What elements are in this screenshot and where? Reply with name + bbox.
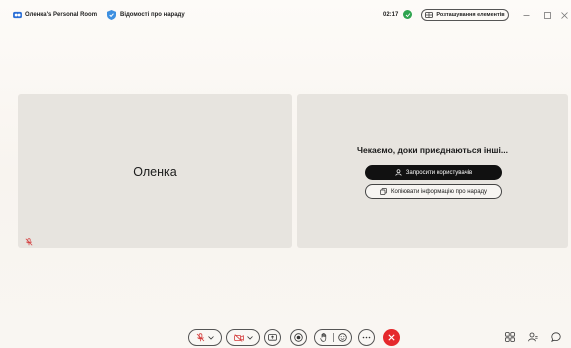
participants-button[interactable] <box>527 331 539 343</box>
participant-name: Оленка <box>133 165 177 179</box>
room-title-group: Оленка's Personal Room <box>13 11 97 19</box>
raise-hand-button[interactable] <box>316 331 332 345</box>
add-person-icon <box>395 169 402 176</box>
close-icon <box>560 11 568 19</box>
copy-meeting-info-button[interactable]: Копіювати інформацію про нараду <box>365 184 502 199</box>
record-icon <box>294 333 303 342</box>
close-button[interactable] <box>558 9 570 21</box>
maximize-icon <box>543 11 551 19</box>
chat-icon <box>551 332 561 342</box>
shield-icon <box>107 10 116 20</box>
participant-tile[interactable]: Оленка <box>18 94 292 248</box>
chevron-down-icon <box>246 335 253 340</box>
meeting-info-label: Відомості про нараду <box>120 12 185 18</box>
smiley-icon <box>338 333 347 342</box>
minimize-icon <box>523 14 529 16</box>
copy-meeting-info-label: Копіювати інформацію про нараду <box>390 188 488 195</box>
muted-microphone-icon <box>25 238 33 246</box>
layout-button[interactable]: Розташування елементів <box>421 9 509 21</box>
microphone-muted-icon <box>196 333 205 342</box>
camera-off-icon <box>233 333 244 342</box>
leave-meeting-button[interactable] <box>383 329 400 346</box>
more-icon <box>362 336 371 339</box>
invite-users-label: Запросити користувачів <box>405 169 473 176</box>
invite-users-button[interactable]: Запросити користувачів <box>365 165 502 180</box>
apps-icon <box>505 332 515 342</box>
share-screen-icon <box>268 333 277 341</box>
close-icon <box>388 334 395 341</box>
room-title: Оленка's Personal Room <box>25 12 98 18</box>
meeting-info-button[interactable]: Відомості про нараду <box>107 10 185 20</box>
participants-icon <box>528 332 538 342</box>
minimize-button[interactable] <box>520 9 532 21</box>
mute-button[interactable] <box>188 329 222 346</box>
copy-icon <box>380 188 387 195</box>
layout-icon <box>425 12 434 18</box>
chat-button[interactable] <box>550 331 562 343</box>
webex-icon <box>13 11 22 19</box>
title-bar: Оленка's Personal Room Відомості про нар… <box>0 0 571 30</box>
maximize-button[interactable] <box>541 9 553 21</box>
video-button[interactable] <box>226 329 260 346</box>
toolbar-divider <box>332 333 334 342</box>
share-screen-button[interactable] <box>264 329 281 346</box>
more-options-button[interactable] <box>358 329 375 346</box>
apps-button[interactable] <box>504 331 516 343</box>
raise-hand-icon <box>319 333 326 342</box>
reactions-button[interactable] <box>335 331 351 345</box>
waiting-message: Чекаємо, доки приєднаються інші... <box>357 145 508 155</box>
layout-button-label: Розташування елементів <box>436 12 505 18</box>
reactions-group <box>314 329 352 346</box>
chevron-down-icon <box>208 335 214 340</box>
record-button[interactable] <box>290 329 307 346</box>
meeting-timer: 02:17 <box>383 12 399 18</box>
connection-status-icon[interactable] <box>403 10 412 19</box>
waiting-tile: Чекаємо, доки приєднаються інші... Запро… <box>297 94 568 248</box>
